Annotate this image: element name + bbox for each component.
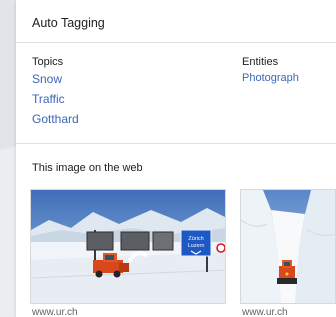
- topic-link-gotthard[interactable]: Gotthard: [32, 112, 79, 126]
- entity-link-photograph[interactable]: Photograph: [242, 72, 299, 84]
- web-section-heading: This image on the web: [32, 162, 143, 174]
- header-divider: [16, 42, 336, 43]
- web-result-source-2[interactable]: www.ur.ch: [242, 307, 288, 317]
- entities-heading: Entities: [242, 56, 279, 68]
- topics-heading: Topics: [32, 56, 64, 68]
- topic-link-snow[interactable]: Snow: [32, 72, 62, 86]
- auto-tagging-card: Auto Tagging Topics Snow Traffic Gotthar…: [16, 0, 336, 317]
- sign-text-line1: Zürich: [188, 236, 203, 242]
- topic-link-traffic[interactable]: Traffic: [32, 92, 65, 106]
- sign-text-line2: Luzern: [188, 243, 205, 249]
- section-divider: [16, 143, 336, 144]
- web-result-image-2[interactable]: [240, 189, 336, 304]
- card-title: Auto Tagging: [32, 16, 105, 30]
- web-result-source-1[interactable]: www.ur.ch: [32, 307, 78, 317]
- web-result-image-1[interactable]: Zürich Luzern: [30, 189, 226, 304]
